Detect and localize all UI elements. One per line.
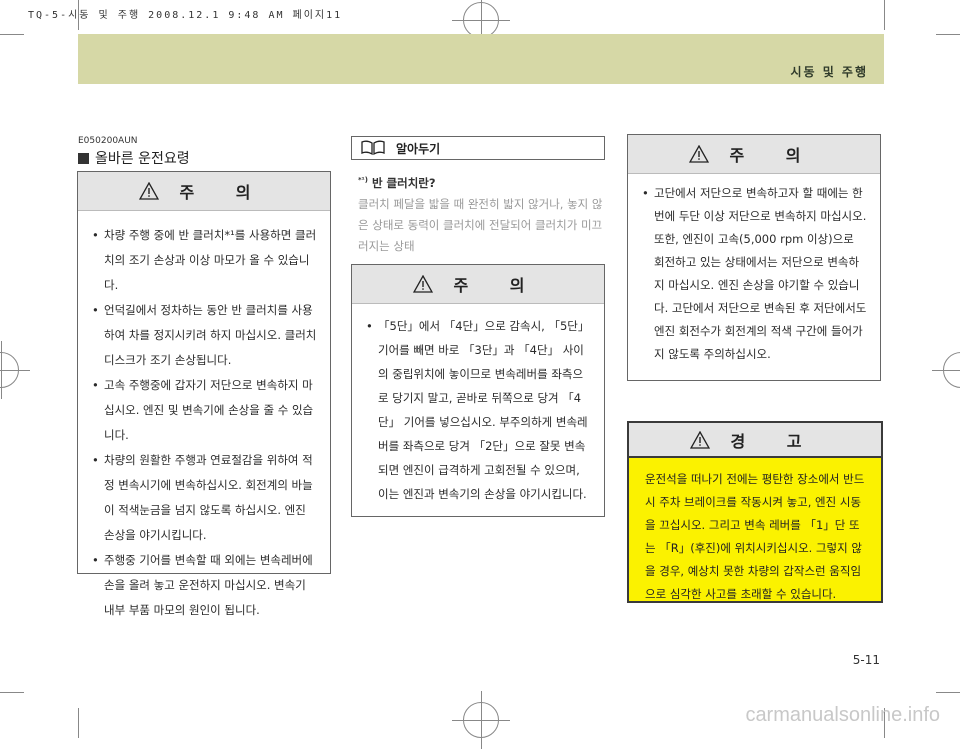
crop-mark [936, 34, 960, 35]
caution-box-right: 주 의 고단에서 저단으로 변속하고자 할 때에는 한번에 두단 이상 저단으로… [627, 134, 881, 381]
caution-list: 차량 주행 중에 반 클러치*¹를 사용하면 클러치의 조기 손상과 이상 마모… [78, 211, 330, 633]
crop-mark [0, 692, 24, 693]
print-header: TQ-5-시동 및 주행 2008.12.1 9:48 AM 페이지11 [28, 10, 343, 21]
caution-header: 주 의 [628, 135, 880, 174]
caution-item: 차량 주행 중에 반 클러치*¹를 사용하면 클러치의 조기 손상과 이상 마모… [92, 223, 318, 298]
book-icon [360, 140, 386, 156]
caution-item: 고단에서 저단으로 변속하고자 할 때에는 한번에 두단 이상 저단으로 변속하… [642, 182, 868, 366]
note-text: 클러치 페달을 밟을 때 완전히 밟지 않거나, 놓지 않은 상태로 동력이 클… [358, 196, 603, 253]
page-heading: 올바른 운전요령 [78, 148, 190, 168]
caution-box-middle: 주 의 「5단」에서 「4단」으로 감속시, 「5단」 기어를 빼면 바로 「3… [351, 264, 605, 517]
warning-text: 운전석을 떠나기 전에는 평탄한 장소에서 반드시 주차 브레이크를 작동시켜 … [645, 472, 865, 601]
crop-mark [78, 708, 79, 738]
caution-header: 주 의 [78, 172, 330, 211]
section-title: 시동 및 주행 [790, 65, 868, 79]
warning-triangle-icon [413, 275, 434, 293]
crop-mark [936, 692, 960, 693]
registration-mark [452, 0, 510, 49]
note-header: 알아두기 [351, 136, 605, 160]
page-number: 5-11 [852, 653, 880, 667]
warning-title: 경 고 [730, 431, 820, 451]
watermark: carmanualsonline.info [745, 704, 940, 726]
note-label: 알아두기 [396, 141, 441, 156]
note-term: *¹) 반 클러치란? [358, 170, 604, 194]
caution-box-left: 주 의 차량 주행 중에 반 클러치*¹를 사용하면 클러치의 조기 손상과 이… [77, 171, 331, 617]
registration-mark [452, 691, 510, 749]
caution-header: 주 의 [352, 265, 604, 304]
warning-triangle-icon [139, 182, 160, 200]
caution-item: 고속 주행중에 갑자기 저단으로 변속하지 마십시오. 엔진 및 변속기에 손상… [92, 373, 318, 448]
note-body: *¹) 반 클러치란? 클러치 페달을 밟을 때 완전히 밟지 않거나, 놓지 … [358, 170, 604, 257]
section-code: E050200AUN [78, 136, 138, 146]
caution-item: 차량의 원활한 주행과 연료절감을 위하여 적정 변속시기에 변속하십시오. 회… [92, 448, 318, 548]
caution-title: 주 의 [729, 146, 819, 165]
heading-text: 올바른 운전요령 [95, 151, 190, 167]
warning-triangle-icon [689, 145, 710, 163]
registration-mark [932, 352, 960, 388]
caution-item: 언덕길에서 정차하는 동안 반 클러치를 사용하여 차를 정지시키려 하지 마십… [92, 298, 318, 373]
header-band [78, 34, 884, 84]
caution-item: 주행중 기어를 변속할 때 외에는 변속레버에 손을 올려 놓고 운전하지 마십… [92, 548, 318, 623]
caution-item: 「5단」에서 「4단」으로 감속시, 「5단」 기어를 빼면 바로 「3단」과 … [366, 314, 592, 506]
caution-list: 「5단」에서 「4단」으로 감속시, 「5단」 기어를 빼면 바로 「3단」과 … [352, 304, 604, 516]
caution-list: 고단에서 저단으로 변속하고자 할 때에는 한번에 두단 이상 저단으로 변속하… [628, 174, 880, 376]
note-term-text: 반 클러치란? [371, 175, 436, 190]
square-bullet-icon [78, 153, 89, 164]
crop-mark [884, 0, 885, 30]
caution-title: 주 의 [453, 276, 543, 295]
warning-header: 경 고 [629, 423, 881, 458]
registration-mark [0, 341, 30, 399]
caution-title: 주 의 [179, 183, 269, 202]
warning-box: 경 고 운전석을 떠나기 전에는 평탄한 장소에서 반드시 주차 브레이크를 작… [627, 421, 883, 603]
crop-mark [78, 0, 79, 30]
crop-mark [0, 34, 24, 35]
note-term-mark: *¹) [358, 176, 368, 184]
warning-triangle-icon [690, 430, 711, 449]
